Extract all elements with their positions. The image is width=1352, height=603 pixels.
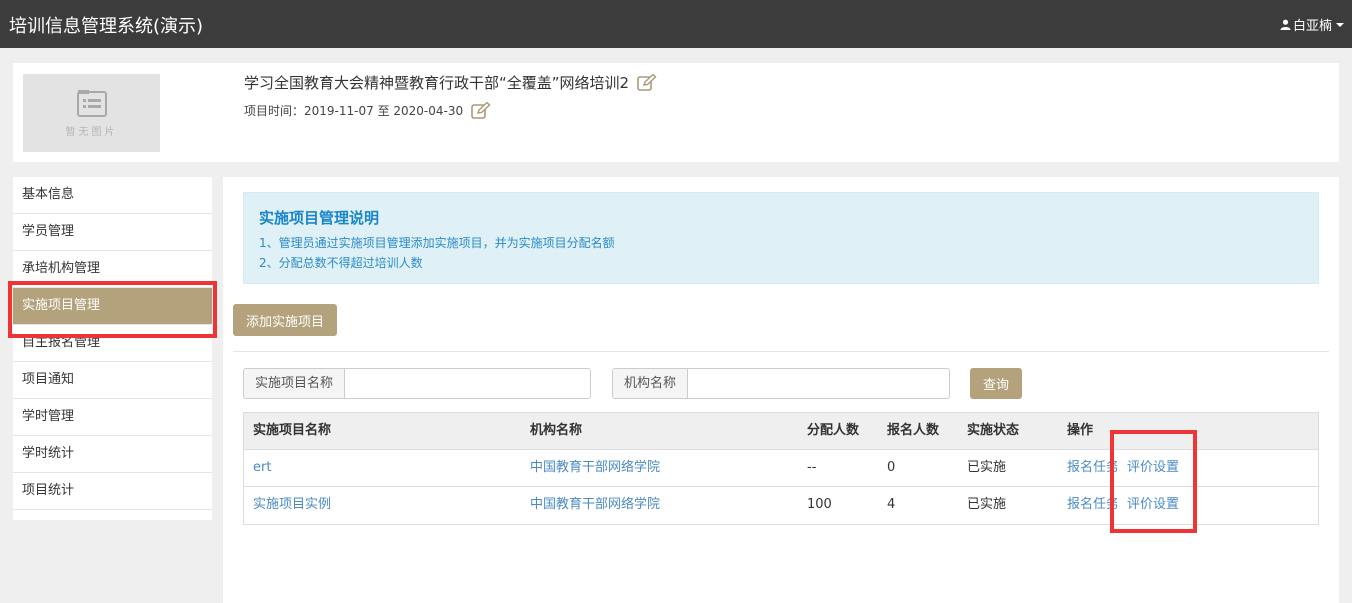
info-title: 实施项目管理说明 <box>259 209 380 227</box>
user-icon <box>1280 19 1291 30</box>
org-name-filter: 机构名称 <box>612 368 950 399</box>
top-bar: 培训信息管理系统(演示) 白亚楠 <box>0 0 1352 48</box>
user-name: 白亚楠 <box>1292 19 1332 34</box>
search-button[interactable]: 查询 <box>970 368 1022 399</box>
column-header: 机构名称 <box>530 423 583 438</box>
project-name-link[interactable]: ert <box>253 450 271 486</box>
project-thumbnail: 暂无图片 <box>23 74 160 152</box>
info-line: 1、管理员通过实施项目管理添加实施项目，并为实施项目分配名额 <box>259 236 615 250</box>
user-menu[interactable]: 白亚楠 <box>1280 15 1344 34</box>
enrolled-count: 4 <box>887 497 896 512</box>
divider <box>233 351 1329 352</box>
sidebar-item-notices[interactable]: 项目通知 <box>13 362 212 399</box>
sidebar-item-hours[interactable]: 学时管理 <box>13 399 212 436</box>
sidebar-item-students[interactable]: 学员管理 <box>13 214 212 251</box>
edit-icon[interactable] <box>471 102 491 119</box>
highlight-box-sidebar <box>8 281 217 338</box>
main-content: 实施项目管理说明 1、管理员通过实施项目管理添加实施项目，并为实施项目分配名额 … <box>223 177 1339 603</box>
info-line: 2、分配总数不得超过培训人数 <box>259 256 423 270</box>
no-image-text: 暂无图片 <box>65 126 118 138</box>
image-placeholder-icon <box>76 89 107 117</box>
project-title-row: 学习全国教育大会精神暨教育行政干部“全覆盖”网络培训2 <box>244 72 657 93</box>
project-name-filter: 实施项目名称 <box>243 368 591 399</box>
status-text: 已实施 <box>967 460 1007 475</box>
sidebar: 基本信息 学员管理 承培机构管理 实施项目管理 自主报名管理 项目通知 学时管理… <box>13 177 212 520</box>
caret-down-icon <box>1336 22 1344 27</box>
project-name-filter-label: 实施项目名称 <box>244 369 346 398</box>
org-name-input[interactable] <box>688 369 949 398</box>
info-panel: 实施项目管理说明 1、管理员通过实施项目管理添加实施项目，并为实施项目分配名额 … <box>243 192 1319 284</box>
add-implementation-button[interactable]: 添加实施项目 <box>233 304 337 336</box>
column-header: 实施项目名称 <box>253 423 332 438</box>
project-header: 暂无图片 学习全国教育大会精神暨教育行政干部“全覆盖”网络培训2 项目时间：20… <box>13 63 1339 162</box>
column-header: 报名人数 <box>887 423 940 438</box>
org-name-filter-label: 机构名称 <box>613 369 689 398</box>
project-time-row: 项目时间：2019-11-07 至 2020-04-30 <box>244 102 491 119</box>
column-header: 操作 <box>1067 423 1094 438</box>
sidebar-item-project-stats[interactable]: 项目统计 <box>13 473 212 510</box>
allocated-count: 100 <box>807 497 832 512</box>
status-text: 已实施 <box>967 497 1007 512</box>
app-title: 培训信息管理系统(演示) <box>9 16 204 37</box>
org-name-link[interactable]: 中国教育干部网络学院 <box>530 450 660 486</box>
column-header: 分配人数 <box>807 423 860 438</box>
project-name-link[interactable]: 实施项目实例 <box>253 487 331 523</box>
sidebar-item-hours-stats[interactable]: 学时统计 <box>13 436 212 473</box>
edit-icon[interactable] <box>637 74 657 91</box>
allocated-count: -- <box>807 460 817 475</box>
highlight-box-evaluation <box>1110 430 1197 533</box>
enrolled-count: 0 <box>887 460 896 475</box>
project-title: 学习全国教育大会精神暨教育行政干部“全覆盖”网络培训2 <box>244 74 630 92</box>
sidebar-item-basic-info[interactable]: 基本信息 <box>13 177 212 214</box>
project-time-label: 项目时间：2019-11-07 至 2020-04-30 <box>244 104 464 118</box>
project-name-input[interactable] <box>345 369 590 398</box>
column-header: 实施状态 <box>967 423 1020 438</box>
org-name-link[interactable]: 中国教育干部网络学院 <box>530 487 660 523</box>
